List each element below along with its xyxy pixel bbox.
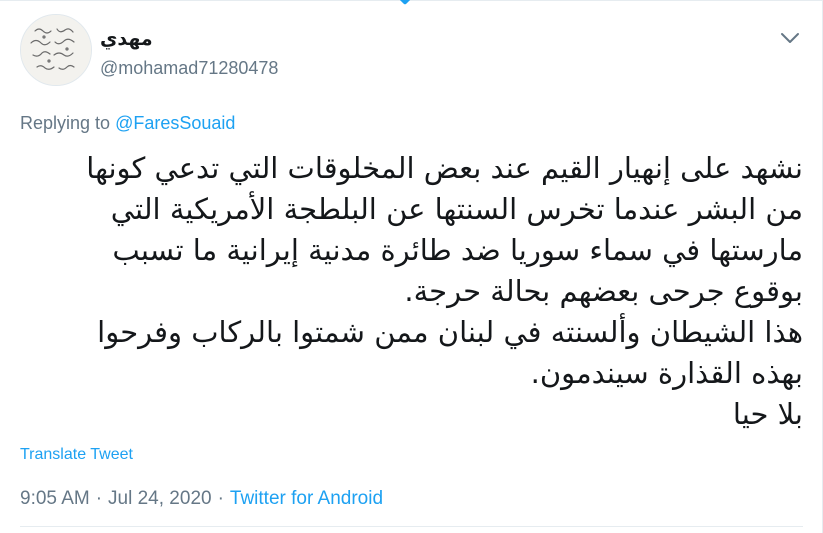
tweet-time[interactable]: 9:05 AM [20,488,90,509]
tweet-line: من البشر عندما تخرس السنتها عن البلطجة ا… [110,192,803,226]
tweet-line: بوقوع جرحى بعضهم بحالة حرجة. [404,274,803,308]
tweet-metadata: 9:05 AM · Jul 24, 2020 · Twitter for Android [20,488,383,510]
replying-mention-link[interactable]: @FaresSouaid [115,113,235,133]
tweet-line: بهذه القذارة سيندمون. [530,356,803,390]
translate-tweet-link[interactable]: Translate Tweet [20,446,133,464]
tweet-source-link[interactable]: Twitter for Android [230,488,383,509]
tweet-line: مارستها في سماء سوريا ضد طائرة مدنية إير… [112,233,803,267]
replying-to: Replying to @FaresSouaid [20,113,235,134]
tweet-line: بلا حيا [732,397,803,431]
bottom-divider [20,526,803,527]
replying-prefix: Replying to [20,113,116,133]
tweet-line: نشهد على إنهيار القيم عند بعض المخلوقات … [86,151,803,185]
tweet-date[interactable]: Jul 24, 2020 [108,488,212,509]
metadata-separator: · [95,488,103,509]
top-divider [0,0,823,1]
avatar[interactable] [20,14,92,86]
display-name[interactable]: مهدي [100,28,153,50]
tweet-text: نشهد على إنهيار القيم عند بعض المخلوقات … [13,148,803,435]
tweet-line: هذا الشيطان وألسنته في لبنان ممن شمتوا ب… [97,315,803,349]
metadata-separator: · [217,488,224,509]
user-handle[interactable]: @mohamad71280478 [100,58,278,79]
chevron-down-icon[interactable] [779,30,801,46]
handwriting-avatar-image [21,15,91,85]
